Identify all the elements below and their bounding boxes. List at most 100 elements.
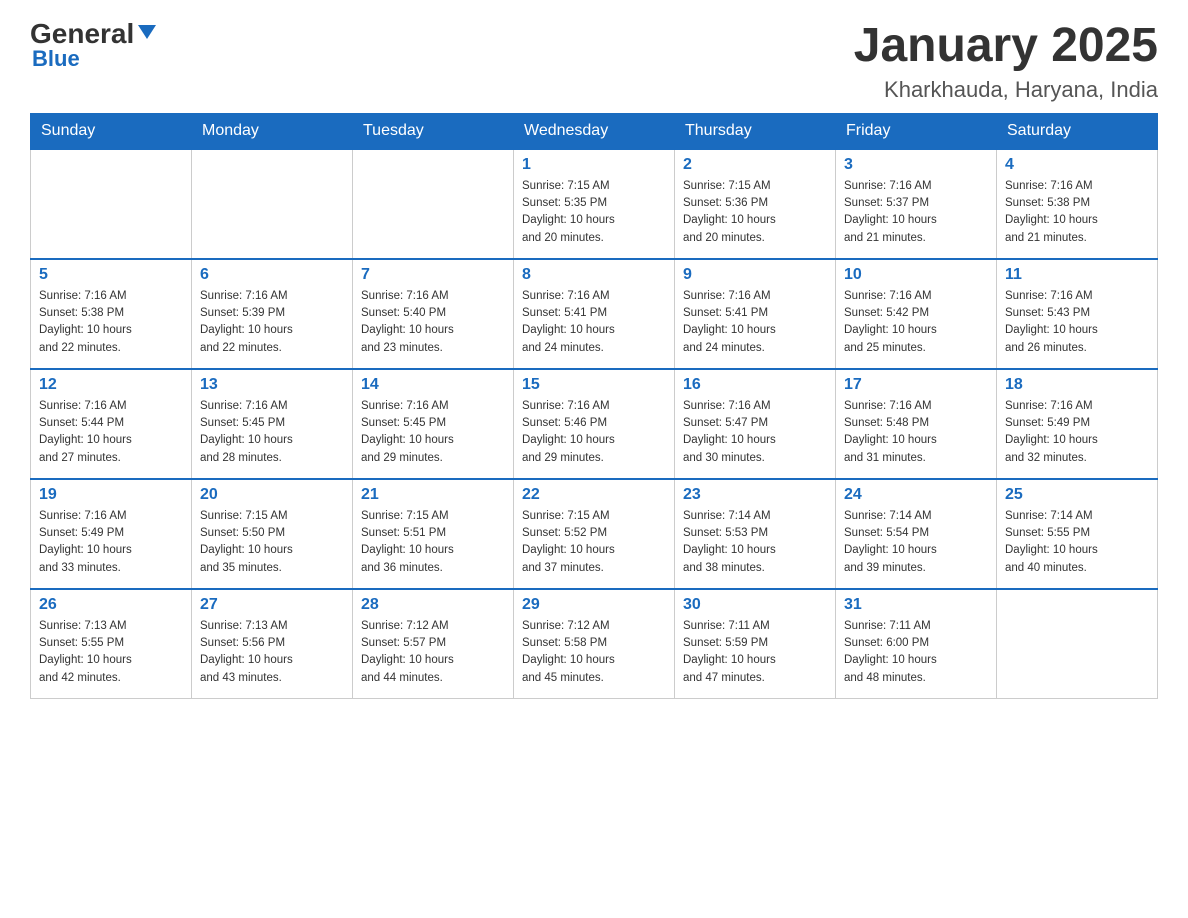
calendar-cell: 21 Sunrise: 7:15 AM Sunset: 5:51 PM Dayli… bbox=[353, 479, 514, 589]
day-info: Sunrise: 7:16 AM Sunset: 5:46 PM Dayligh… bbox=[522, 398, 666, 467]
calendar-cell: 28Sunrise: 7:12 AM Sunset: 5:57 PM Dayli… bbox=[353, 589, 514, 699]
day-of-week-header: Friday bbox=[836, 113, 997, 149]
day-number: 31 bbox=[844, 596, 988, 614]
day-info: Sunrise: 7:16 AM Sunset: 5:40 PM Dayligh… bbox=[361, 288, 505, 357]
calendar-cell: 6Sunrise: 7:16 AM Sunset: 5:39 PM Daylig… bbox=[192, 259, 353, 369]
day-info: Sunrise: 7:15 AM Sunset: 5:51 PM Dayligh… bbox=[361, 508, 505, 577]
day-info: Sunrise: 7:16 AM Sunset: 5:44 PM Dayligh… bbox=[39, 398, 183, 467]
day-number: 21 bbox=[361, 486, 505, 504]
day-of-week-header: Monday bbox=[192, 113, 353, 149]
day-info: Sunrise: 7:16 AM Sunset: 5:39 PM Dayligh… bbox=[200, 288, 344, 357]
day-number: 10 bbox=[844, 266, 988, 284]
day-number: 16 bbox=[683, 376, 827, 394]
calendar-cell: 29Sunrise: 7:12 AM Sunset: 5:58 PM Dayli… bbox=[514, 589, 675, 699]
calendar-cell: 23 Sunrise: 7:14 AM Sunset: 5:53 PM Dayli… bbox=[675, 479, 836, 589]
day-number: 22 bbox=[522, 486, 666, 504]
day-info: Sunrise: 7:16 AM Sunset: 5:45 PM Dayligh… bbox=[361, 398, 505, 467]
day-info: Sunrise: 7:14 AM Sunset: 5:55 PM Dayligh… bbox=[1005, 508, 1149, 577]
day-number: 23 bbox=[683, 486, 827, 504]
day-info: Sunrise: 7:14 AM Sunset: 5:54 PM Dayligh… bbox=[844, 508, 988, 577]
day-number: 24 bbox=[844, 486, 988, 504]
day-info: Sunrise: 7:14 AM Sunset: 5:53 PM Dayligh… bbox=[683, 508, 827, 577]
header: General Blue January 2025 Kharkhauda, Ha… bbox=[30, 20, 1158, 103]
calendar-cell: 17 Sunrise: 7:16 AM Sunset: 5:48 PM Dayli… bbox=[836, 369, 997, 479]
day-of-week-header: Sunday bbox=[31, 113, 192, 149]
calendar-cell: 31 Sunrise: 7:11 AM Sunset: 6:00 PM Dayli… bbox=[836, 589, 997, 699]
day-info: Sunrise: 7:15 AM Sunset: 5:36 PM Dayligh… bbox=[683, 178, 827, 247]
calendar-cell: 15 Sunrise: 7:16 AM Sunset: 5:46 PM Dayli… bbox=[514, 369, 675, 479]
day-number: 25 bbox=[1005, 486, 1149, 504]
calendar-cell: 12 Sunrise: 7:16 AM Sunset: 5:44 PM Dayli… bbox=[31, 369, 192, 479]
day-number: 27 bbox=[200, 596, 344, 614]
calendar-title: January 2025 bbox=[854, 20, 1158, 73]
calendar-cell: 5 Sunrise: 7:16 AM Sunset: 5:38 PM Daylig… bbox=[31, 259, 192, 369]
title-area: January 2025 Kharkhauda, Haryana, India bbox=[854, 20, 1158, 103]
day-number: 15 bbox=[522, 376, 666, 394]
calendar-week-row: 19Sunrise: 7:16 AM Sunset: 5:49 PM Dayli… bbox=[31, 479, 1158, 589]
calendar-week-row: 12 Sunrise: 7:16 AM Sunset: 5:44 PM Dayli… bbox=[31, 369, 1158, 479]
calendar-cell: 13Sunrise: 7:16 AM Sunset: 5:45 PM Dayli… bbox=[192, 369, 353, 479]
day-info: Sunrise: 7:11 AM Sunset: 6:00 PM Dayligh… bbox=[844, 618, 988, 687]
day-info: Sunrise: 7:16 AM Sunset: 5:41 PM Dayligh… bbox=[683, 288, 827, 357]
day-number: 2 bbox=[683, 156, 827, 174]
calendar-cell: 26Sunrise: 7:13 AM Sunset: 5:55 PM Dayli… bbox=[31, 589, 192, 699]
calendar-cell: 27 Sunrise: 7:13 AM Sunset: 5:56 PM Dayli… bbox=[192, 589, 353, 699]
day-number: 9 bbox=[683, 266, 827, 284]
day-number: 20 bbox=[200, 486, 344, 504]
day-number: 18 bbox=[1005, 376, 1149, 394]
day-info: Sunrise: 7:12 AM Sunset: 5:58 PM Dayligh… bbox=[522, 618, 666, 687]
day-number: 12 bbox=[39, 376, 183, 394]
day-info: Sunrise: 7:16 AM Sunset: 5:41 PM Dayligh… bbox=[522, 288, 666, 357]
calendar-cell bbox=[192, 149, 353, 259]
day-number: 4 bbox=[1005, 156, 1149, 174]
calendar-week-row: 1 Sunrise: 7:15 AM Sunset: 5:35 PM Daylig… bbox=[31, 149, 1158, 259]
calendar-cell: 4 Sunrise: 7:16 AM Sunset: 5:38 PM Daylig… bbox=[997, 149, 1158, 259]
day-info: Sunrise: 7:16 AM Sunset: 5:42 PM Dayligh… bbox=[844, 288, 988, 357]
calendar-cell: 1 Sunrise: 7:15 AM Sunset: 5:35 PM Daylig… bbox=[514, 149, 675, 259]
day-info: Sunrise: 7:16 AM Sunset: 5:49 PM Dayligh… bbox=[1005, 398, 1149, 467]
calendar-cell: 25 Sunrise: 7:14 AM Sunset: 5:55 PM Dayli… bbox=[997, 479, 1158, 589]
day-number: 14 bbox=[361, 376, 505, 394]
logo: General Blue bbox=[30, 20, 158, 72]
calendar-subtitle: Kharkhauda, Haryana, India bbox=[854, 77, 1158, 103]
day-number: 17 bbox=[844, 376, 988, 394]
calendar-cell: 3 Sunrise: 7:16 AM Sunset: 5:37 PM Daylig… bbox=[836, 149, 997, 259]
calendar-cell: 8Sunrise: 7:16 AM Sunset: 5:41 PM Daylig… bbox=[514, 259, 675, 369]
day-info: Sunrise: 7:16 AM Sunset: 5:48 PM Dayligh… bbox=[844, 398, 988, 467]
day-info: Sunrise: 7:16 AM Sunset: 5:38 PM Dayligh… bbox=[1005, 178, 1149, 247]
calendar-cell: 19Sunrise: 7:16 AM Sunset: 5:49 PM Dayli… bbox=[31, 479, 192, 589]
day-number: 1 bbox=[522, 156, 666, 174]
day-info: Sunrise: 7:13 AM Sunset: 5:56 PM Dayligh… bbox=[200, 618, 344, 687]
calendar-cell: 11 Sunrise: 7:16 AM Sunset: 5:43 PM Dayli… bbox=[997, 259, 1158, 369]
logo-text-blue: Blue bbox=[30, 46, 80, 72]
calendar-cell bbox=[31, 149, 192, 259]
day-info: Sunrise: 7:15 AM Sunset: 5:50 PM Dayligh… bbox=[200, 508, 344, 577]
calendar-cell: 9 Sunrise: 7:16 AM Sunset: 5:41 PM Daylig… bbox=[675, 259, 836, 369]
day-number: 5 bbox=[39, 266, 183, 284]
calendar-cell: 30Sunrise: 7:11 AM Sunset: 5:59 PM Dayli… bbox=[675, 589, 836, 699]
day-info: Sunrise: 7:16 AM Sunset: 5:43 PM Dayligh… bbox=[1005, 288, 1149, 357]
calendar-cell: 2 Sunrise: 7:15 AM Sunset: 5:36 PM Daylig… bbox=[675, 149, 836, 259]
calendar-cell bbox=[353, 149, 514, 259]
day-info: Sunrise: 7:13 AM Sunset: 5:55 PM Dayligh… bbox=[39, 618, 183, 687]
day-info: Sunrise: 7:15 AM Sunset: 5:35 PM Dayligh… bbox=[522, 178, 666, 247]
day-number: 7 bbox=[361, 266, 505, 284]
day-info: Sunrise: 7:16 AM Sunset: 5:37 PM Dayligh… bbox=[844, 178, 988, 247]
logo-arrow-icon bbox=[136, 21, 158, 43]
calendar-cell: 20 Sunrise: 7:15 AM Sunset: 5:50 PM Dayli… bbox=[192, 479, 353, 589]
day-info: Sunrise: 7:15 AM Sunset: 5:52 PM Dayligh… bbox=[522, 508, 666, 577]
calendar-cell: 22 Sunrise: 7:15 AM Sunset: 5:52 PM Dayli… bbox=[514, 479, 675, 589]
day-number: 19 bbox=[39, 486, 183, 504]
day-info: Sunrise: 7:16 AM Sunset: 5:45 PM Dayligh… bbox=[200, 398, 344, 467]
day-number: 11 bbox=[1005, 266, 1149, 284]
day-of-week-header: Thursday bbox=[675, 113, 836, 149]
calendar-cell: 24 Sunrise: 7:14 AM Sunset: 5:54 PM Dayli… bbox=[836, 479, 997, 589]
calendar-cell: 18 Sunrise: 7:16 AM Sunset: 5:49 PM Dayli… bbox=[997, 369, 1158, 479]
day-of-week-header: Saturday bbox=[997, 113, 1158, 149]
calendar-cell: 7 Sunrise: 7:16 AM Sunset: 5:40 PM Daylig… bbox=[353, 259, 514, 369]
day-info: Sunrise: 7:16 AM Sunset: 5:38 PM Dayligh… bbox=[39, 288, 183, 357]
day-of-week-header: Wednesday bbox=[514, 113, 675, 149]
day-number: 3 bbox=[844, 156, 988, 174]
day-info: Sunrise: 7:16 AM Sunset: 5:47 PM Dayligh… bbox=[683, 398, 827, 467]
calendar-week-row: 26Sunrise: 7:13 AM Sunset: 5:55 PM Dayli… bbox=[31, 589, 1158, 699]
